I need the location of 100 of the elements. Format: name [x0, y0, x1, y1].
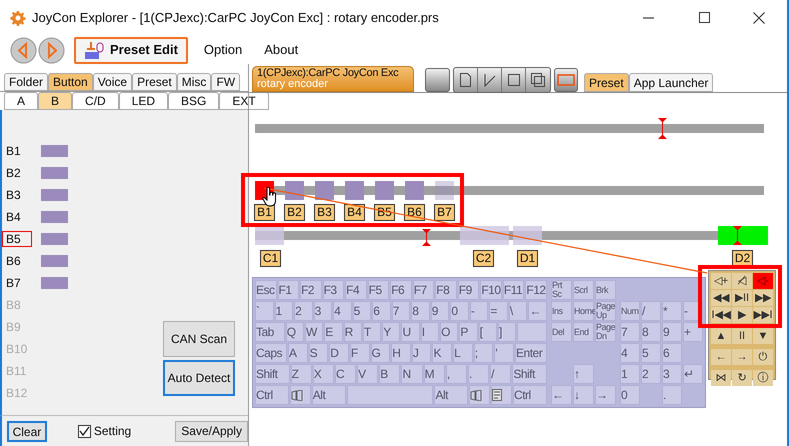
media-key[interactable]: ◁+ [711, 273, 731, 289]
keyboard-key[interactable]: 9 [430, 301, 450, 321]
device-tab[interactable]: 1(CPJexc):CarPC JoyCon Exc rotary encoder [252, 66, 414, 92]
tab[interactable]: Voice [92, 73, 132, 91]
keyboard-key[interactable] [290, 385, 311, 405]
keyboard-key[interactable]: F1 [278, 280, 300, 300]
keyboard-key[interactable] [469, 385, 490, 405]
keyboard-key[interactable]: Num [620, 301, 640, 321]
keyboard-key[interactable]: Tab [255, 322, 285, 342]
keyboard-key[interactable]: B [379, 364, 400, 384]
media-key[interactable]: II [732, 328, 752, 344]
keyboard-key[interactable]: 3 [662, 364, 682, 384]
keyboard-key[interactable]: P [459, 322, 478, 342]
keyboard-key[interactable]: Del [551, 322, 572, 342]
media-key[interactable]: ⓘ [753, 370, 773, 386]
keyboard-key[interactable]: \ [508, 301, 528, 321]
keyboard-key[interactable]: ↓ [573, 385, 594, 405]
media-key[interactable]: ◀◀ [711, 290, 731, 306]
keyboard-key[interactable]: Esc [255, 280, 277, 300]
keyboard-key[interactable]: Q [286, 322, 304, 342]
keyboard-key[interactable]: ↵ [683, 364, 703, 384]
media-key[interactable]: ⏻ [753, 349, 773, 365]
tab[interactable]: BSG [168, 92, 220, 110]
keyboard-key[interactable]: ' [494, 343, 514, 363]
keyboard-key[interactable]: Shift [255, 364, 290, 384]
tab[interactable]: FW [211, 73, 240, 91]
tab[interactable]: B [38, 92, 72, 110]
tab[interactable]: EXT [219, 92, 269, 110]
keyboard-key[interactable]: - [470, 301, 488, 321]
keyboard-key[interactable]: 8 [641, 322, 661, 342]
keyboard-key[interactable]: ; [474, 343, 494, 363]
keyboard-key[interactable]: F3 [322, 280, 344, 300]
keyboard-key[interactable]: G [370, 343, 390, 363]
keyboard-key[interactable]: Y [382, 322, 400, 342]
tab[interactable]: C/D [72, 92, 119, 110]
media-key[interactable]: ◁- [753, 273, 773, 289]
keyboard-key[interactable]: U [401, 322, 420, 342]
keyboard-key[interactable]: Page Dn [595, 322, 616, 342]
keyboard-key[interactable]: ← [528, 301, 547, 321]
keyboard-key[interactable] [491, 385, 512, 405]
forward-icon[interactable] [38, 36, 65, 64]
keyboard-key[interactable]: Z [290, 364, 312, 384]
tab[interactable]: A [4, 92, 38, 110]
keyboard-key[interactable]: Ctrl [513, 385, 548, 405]
keyboard-key[interactable]: Scrl [573, 280, 594, 300]
media-key[interactable]: ⋈ [711, 370, 731, 386]
position-marker[interactable] [658, 118, 667, 139]
keyboard-key[interactable]: C [334, 364, 356, 384]
save-apply-button[interactable]: Save/Apply [175, 420, 248, 442]
keyboard-key[interactable]: D [329, 343, 349, 363]
keyboard-key[interactable]: . [468, 364, 490, 384]
keyboard-key[interactable]: 4 [333, 301, 352, 321]
keyboard-key[interactable]: H [391, 343, 411, 363]
keyboard-key[interactable]: 0 [620, 385, 640, 405]
keyboard-key[interactable]: + [683, 322, 703, 342]
clear-button[interactable]: Clear [7, 420, 47, 442]
action-button[interactable]: Auto Detect [163, 360, 235, 396]
close-icon[interactable] [753, 12, 765, 24]
range-block[interactable] [513, 226, 542, 245]
setting-checkbox[interactable] [78, 424, 91, 438]
keyboard-key[interactable]: . [662, 385, 682, 405]
keyboard-key[interactable]: A [288, 343, 308, 363]
media-key[interactable]: ▶II [732, 290, 752, 306]
keyboard-key[interactable]: ` [255, 301, 274, 321]
menu-button[interactable]: Option [198, 36, 248, 64]
keyboard-key[interactable]: → [595, 385, 616, 405]
keyboard-key[interactable]: 6 [372, 301, 391, 321]
keyboard-key[interactable]: R [344, 322, 362, 342]
keyboard-key[interactable]: N [401, 364, 423, 384]
keyboard-key[interactable]: [ [478, 322, 497, 342]
keyboard-key[interactable]: V [357, 364, 378, 384]
keyboard-key[interactable]: Ins [551, 301, 572, 321]
media-key[interactable]: I◀◀ [711, 307, 731, 323]
keyboard-key[interactable]: / [490, 364, 512, 384]
keyboard-key[interactable]: / [641, 301, 661, 321]
keyboard-key[interactable]: X [312, 364, 334, 384]
keyboard-key[interactable]: ← [551, 385, 572, 405]
media-key[interactable]: ▶ [732, 307, 752, 323]
keyboard-key[interactable]: F10 [480, 280, 502, 300]
keyboard-key[interactable]: 7 [620, 322, 640, 342]
media-key[interactable]: ▲ [711, 328, 731, 344]
keyboard-key[interactable]: O [440, 322, 458, 342]
keyboard-key[interactable]: 8 [411, 301, 430, 321]
keyboard-key[interactable]: F2 [300, 280, 322, 300]
range-block[interactable] [718, 226, 768, 245]
keyboard-key[interactable]: Brk [595, 280, 616, 300]
keyboard-key[interactable]: T [362, 322, 382, 342]
tab[interactable]: App Launcher [628, 73, 714, 92]
keyboard-key[interactable]: I [420, 322, 440, 342]
keyboard-key[interactable]: Alt [434, 385, 468, 405]
media-key[interactable]: ▶▶ [753, 290, 773, 306]
keyboard-key[interactable]: S [308, 343, 328, 363]
keyboard-key[interactable]: 9 [662, 322, 682, 342]
keyboard-key[interactable]: Enter [515, 343, 548, 363]
media-key[interactable]: ↻ [732, 370, 752, 386]
keyboard-key[interactable]: F [350, 343, 370, 363]
keyboard-key[interactable]: F8 [435, 280, 457, 300]
action-button[interactable]: CAN Scan [163, 321, 235, 357]
keyboard-key[interactable]: = [489, 301, 508, 321]
back-icon[interactable] [10, 36, 37, 64]
